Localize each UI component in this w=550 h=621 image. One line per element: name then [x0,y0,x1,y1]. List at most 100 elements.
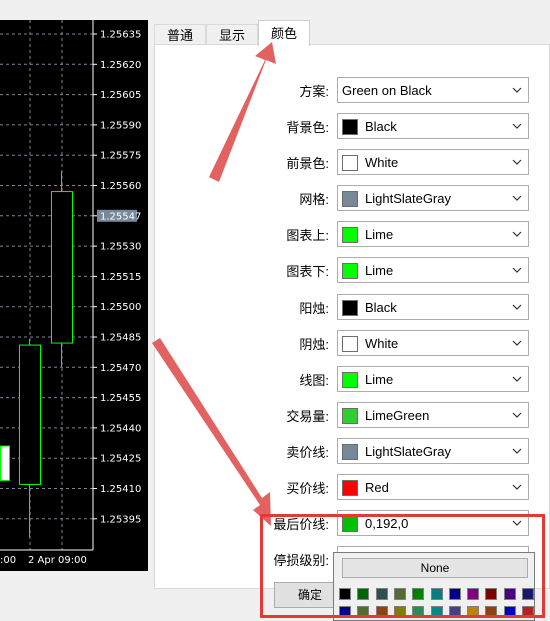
bear-candle-value: White [365,335,399,351]
candle-body [19,344,41,485]
bar-up-label: 图表上: [286,228,329,244]
palette-color-cell[interactable] [485,588,498,600]
palette-color-cell[interactable] [339,588,351,600]
foreground-value: White [365,155,399,171]
color-swatch [342,480,358,496]
bull-candle-row: 阳烛: Black [155,292,550,322]
last-price-line-color-select[interactable]: 0,192,0 [337,510,529,537]
palette-color-cell[interactable] [339,606,351,618]
tab-common[interactable]: 普通 [154,24,207,46]
color-swatch [342,516,358,533]
palette-color-cell[interactable] [412,588,425,600]
palette-color-cell[interactable] [522,588,534,600]
colors-panel: 方案: Green on Black 背景色: Black 前景色: White 网格:… [154,44,550,589]
chevron-down-icon [512,484,522,490]
color-swatch [342,155,358,172]
foreground-label: 前景色: [286,156,329,172]
volumes-color-select[interactable]: LimeGreen [337,401,529,428]
candle-body [51,191,73,344]
scheme-select[interactable]: Green on Black [337,77,529,103]
palette-color-cell[interactable] [430,606,443,618]
scheme-value: Green on Black [342,83,432,98]
line-graph-row: 线图: Lime [155,364,550,394]
color-swatch [342,227,358,244]
window: 1.25635 1.25620 1.25605 1.25590 1.25575 1.255… [0,0,550,621]
color-swatch [342,299,358,316]
ask-line-row: 买价线: Red [155,472,550,502]
bear-candle-color-select[interactable]: White [337,329,529,356]
palette-color-cell[interactable] [522,606,534,618]
price-label: 1.25590 [100,120,141,131]
grid-label: 网格: [299,192,329,208]
background-row: 背景色: Black [155,111,550,141]
tab-show[interactable]: 显示 [206,24,259,46]
bull-candle-color-select[interactable]: Black [337,293,529,320]
palette-color-cell[interactable] [357,606,370,618]
foreground-color-select[interactable]: White [337,149,529,176]
bar-up-color-select[interactable]: Lime [337,221,529,248]
candle-body [0,445,10,481]
chevron-down-icon [512,195,522,202]
bid-line-value: LightSlateGray [365,443,451,459]
chevron-down-icon [512,340,522,346]
palette-color-cell[interactable] [393,606,406,618]
color-swatch [342,263,358,280]
chevron-down-icon [512,159,522,165]
chevron-down-icon [512,304,522,310]
bar-down-label: 图表下: [286,264,329,280]
palette-color-cell[interactable] [485,606,498,618]
last-price-line-value: 0,192,0 [365,516,409,532]
palette-color-cell[interactable] [375,588,388,600]
bar-down-row: 图表下: Lime [155,255,550,285]
bull-candle-value: Black [365,299,397,315]
price-label: 1.25500 [100,302,141,313]
palette-color-cell[interactable] [467,606,480,618]
palette-color-cell[interactable] [412,606,425,618]
volumes-value: LimeGreen [365,407,430,423]
line-graph-color-select[interactable]: Lime [337,365,529,392]
ask-line-color-select[interactable]: Red [337,474,529,500]
bid-line-color-select[interactable]: LightSlateGray [337,437,529,464]
last-price-line-label: 最后价线: [273,517,329,533]
grid-color-select[interactable]: LightSlateGray [337,185,529,212]
palette-color-cell[interactable] [393,588,406,600]
last-price-line-row: 最后价线: 0,192,0 [155,508,550,538]
color-swatch [342,443,358,460]
palette-color-cell[interactable] [448,606,461,618]
none-color-button[interactable]: None [342,558,528,578]
time-label: :00 [0,555,16,566]
palette-color-cell[interactable] [375,606,388,618]
palette-color-cell[interactable] [448,588,461,600]
bar-up-value: Lime [365,227,394,243]
palette-color-cell[interactable] [430,588,443,600]
chevron-down-icon [512,412,522,418]
color-swatch [342,335,358,352]
ask-line-value: Red [365,480,389,495]
palette-color-cell[interactable] [503,588,516,600]
scheme-label: 方案: [299,84,329,99]
background-value: Black [365,119,397,134]
bear-candle-label: 阴烛: [299,336,329,352]
palette-color-cell[interactable] [503,606,516,618]
tab-colors[interactable]: 颜色 [258,20,311,46]
line-graph-label: 线图: [299,372,329,388]
chart-canvas: 1.25635 1.25620 1.25605 1.25590 1.25575 1.255… [0,20,141,566]
bar-down-color-select[interactable]: Lime [337,257,529,284]
line-graph-value: Lime [365,371,394,387]
price-label: 1.25515 [100,272,141,283]
chevron-down-icon [512,448,522,454]
palette-color-cell[interactable] [467,588,480,600]
bid-line-label: 卖价线: [286,444,329,460]
price-label: 1.25547 [100,211,141,222]
title-bar [148,0,550,20]
volumes-row: 交易量: LimeGreen [155,400,550,430]
background-color-select[interactable]: Black [337,113,529,139]
price-label: 1.25455 [100,393,141,404]
scheme-row: 方案: Green on Black [155,75,550,105]
color-swatch [342,119,358,135]
price-label: 1.25395 [100,514,141,525]
palette-color-cell[interactable] [357,588,370,600]
price-label: 1.25605 [100,90,141,101]
bull-candle-label: 阳烛: [299,300,329,316]
price-chart[interactable]: 1.25635 1.25620 1.25605 1.25590 1.25575 1.255… [0,20,148,571]
